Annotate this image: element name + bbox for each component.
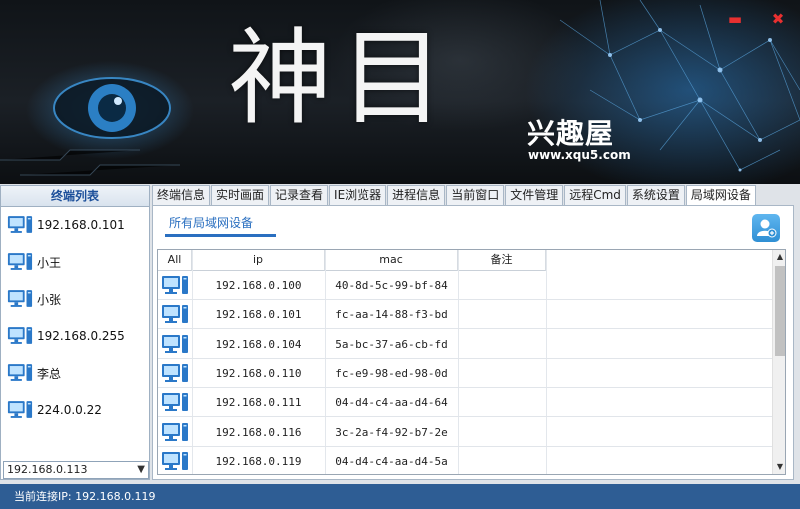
add-user-icon — [757, 219, 777, 238]
mac-cell: 5a-bc-37-a6-cb-fd — [335, 337, 448, 351]
note-cell — [458, 271, 546, 300]
note-cell — [458, 300, 546, 329]
table-row[interactable]: 192.168.0.116 3c-2a-f4-92-b7-2e — [158, 418, 772, 447]
note-cell — [458, 388, 546, 417]
close-button[interactable]: ✖ — [769, 10, 787, 28]
table-row[interactable]: 192.168.0.100 40-8d-5c-99-bf-84 — [158, 271, 772, 300]
chevron-down-icon: ▼ — [137, 464, 145, 475]
close-icon: ✖ — [771, 10, 785, 28]
column-header-note[interactable]: 备注 — [458, 250, 546, 271]
lan-device-table: All ip mac 备注 192.168.0.100 40-8d-5c-99-b… — [157, 249, 786, 475]
ip-cell: 192.168.0.119 — [215, 454, 302, 468]
ip-cell: 192.168.0.100 — [215, 279, 302, 292]
computer-icon — [161, 450, 189, 473]
ip-cell: 192.168.0.101 — [215, 308, 302, 322]
computer-icon — [161, 274, 189, 297]
tab-7[interactable]: 远程Cmd — [564, 185, 626, 205]
app-title: 神目 — [228, 17, 453, 139]
ip-cell: 192.168.0.110 — [215, 366, 302, 380]
terminal-list-item[interactable]: 小王 — [7, 250, 61, 274]
computer-icon — [7, 288, 33, 310]
table-row[interactable]: 192.168.0.119 04-d4-c4-aa-d4-5a — [158, 447, 772, 474]
terminal-name: 224.0.0.22 — [37, 403, 102, 417]
terminal-list-header: 终端列表 — [1, 186, 149, 207]
mac-cell: 04-d4-c4-aa-d4-64 — [335, 396, 448, 410]
scroll-up-arrow-icon[interactable]: ▲ — [773, 250, 785, 264]
computer-icon — [161, 362, 189, 385]
ip-cell: 192.168.0.116 — [215, 425, 302, 439]
terminal-name: 192.168.0.101 — [37, 218, 125, 232]
scroll-thumb[interactable] — [775, 266, 785, 356]
table-row[interactable]: 192.168.0.104 5a-bc-37-a6-cb-fd — [158, 330, 772, 359]
computer-icon — [7, 251, 33, 273]
ip-cell: 192.168.0.111 — [215, 396, 302, 410]
terminal-list-item[interactable]: 192.168.0.255 — [7, 324, 125, 348]
ip-select[interactable]: 192.168.0.113 ▼ — [3, 461, 149, 479]
mac-cell: fc-aa-14-88-f3-bd — [335, 308, 448, 322]
mac-cell: 04-d4-c4-aa-d4-5a — [335, 454, 448, 468]
column-header-mac[interactable]: mac — [325, 250, 458, 271]
minimize-icon: ▬ — [727, 10, 743, 28]
tab-8[interactable]: 系统设置 — [626, 185, 685, 205]
terminal-name: 小王 — [37, 255, 62, 270]
tab-2[interactable]: 记录查看 — [270, 185, 329, 205]
tab-4[interactable]: 进程信息 — [387, 185, 446, 205]
computer-icon — [161, 333, 189, 356]
terminal-list-item[interactable]: 224.0.0.22 — [7, 398, 102, 422]
terminal-list-item[interactable]: 小张 — [7, 287, 61, 311]
subtab-underline — [165, 234, 276, 237]
column-header-all[interactable]: All — [158, 250, 192, 271]
computer-icon — [7, 214, 33, 236]
computer-icon — [161, 303, 189, 326]
note-cell — [458, 359, 546, 388]
connection-status-text: 当前连接IP: 192.168.0.119 — [14, 490, 156, 503]
tab-bar: 终端信息 实时画面 记录查看 IE浏览器 进程信息 当前窗口 文件管理 远程Cmd 系统设置 局域… — [152, 185, 757, 206]
add-device-button[interactable] — [752, 214, 780, 242]
scroll-down-arrow-icon[interactable]: ▼ — [773, 460, 785, 474]
column-header-ip[interactable]: ip — [192, 250, 325, 271]
tab-9[interactable]: 局域网设备 — [685, 185, 756, 206]
computer-icon — [7, 399, 33, 421]
mac-cell: fc-e9-98-ed-98-0d — [335, 366, 448, 380]
terminal-name: 小张 — [37, 292, 62, 307]
minimize-button[interactable]: ▬ — [726, 10, 744, 28]
tab-0[interactable]: 终端信息 — [152, 185, 211, 205]
table-row[interactable]: 192.168.0.110 fc-e9-98-ed-98-0d — [158, 359, 772, 388]
terminal-list-item[interactable]: 192.168.0.101 — [7, 213, 125, 237]
computer-icon — [7, 362, 33, 384]
tab-1[interactable]: 实时画面 — [211, 185, 270, 205]
subtab-all-devices[interactable]: 所有局域网设备 — [169, 214, 253, 231]
computer-icon — [7, 325, 33, 347]
note-cell — [458, 330, 546, 359]
mac-cell: 40-8d-5c-99-bf-84 — [335, 279, 448, 292]
tab-5[interactable]: 当前窗口 — [446, 185, 505, 205]
table-row[interactable]: 192.168.0.101 fc-aa-14-88-f3-bd — [158, 300, 772, 330]
lan-devices-panel: 所有局域网设备 All ip mac 备注 192.168.0.100 40-8d… — [152, 205, 794, 480]
terminal-name: 192.168.0.255 — [37, 329, 125, 343]
ip-cell: 192.168.0.104 — [215, 337, 302, 351]
computer-icon — [161, 391, 189, 414]
table-row[interactable]: 192.168.0.111 04-d4-c4-aa-d4-64 — [158, 388, 772, 418]
mac-cell: 3c-2a-f4-92-b7-2e — [335, 425, 448, 439]
app-banner: 神目 兴趣屋 www.xqu5.com ▬ ✖ — [0, 0, 800, 184]
tab-6[interactable]: 文件管理 — [505, 185, 564, 205]
terminal-list-item[interactable]: 李总 — [7, 361, 61, 385]
note-cell — [458, 447, 546, 474]
ip-select-value: 192.168.0.113 — [7, 463, 88, 476]
tab-3[interactable]: IE浏览器 — [329, 185, 387, 205]
brand-logo-text: 兴趣屋 — [527, 117, 615, 150]
note-cell — [458, 418, 546, 447]
terminal-list-panel: 终端列表 192.168.0.101 小王小张 192.168.0.255 李总 224… — [0, 185, 150, 480]
terminal-name: 李总 — [37, 366, 62, 381]
table-scrollbar[interactable]: ▲ ▼ — [772, 250, 785, 474]
brand-url: www.xqu5.com — [528, 148, 631, 162]
computer-icon — [161, 421, 189, 444]
status-bar: 当前连接IP: 192.168.0.119 — [0, 484, 800, 509]
